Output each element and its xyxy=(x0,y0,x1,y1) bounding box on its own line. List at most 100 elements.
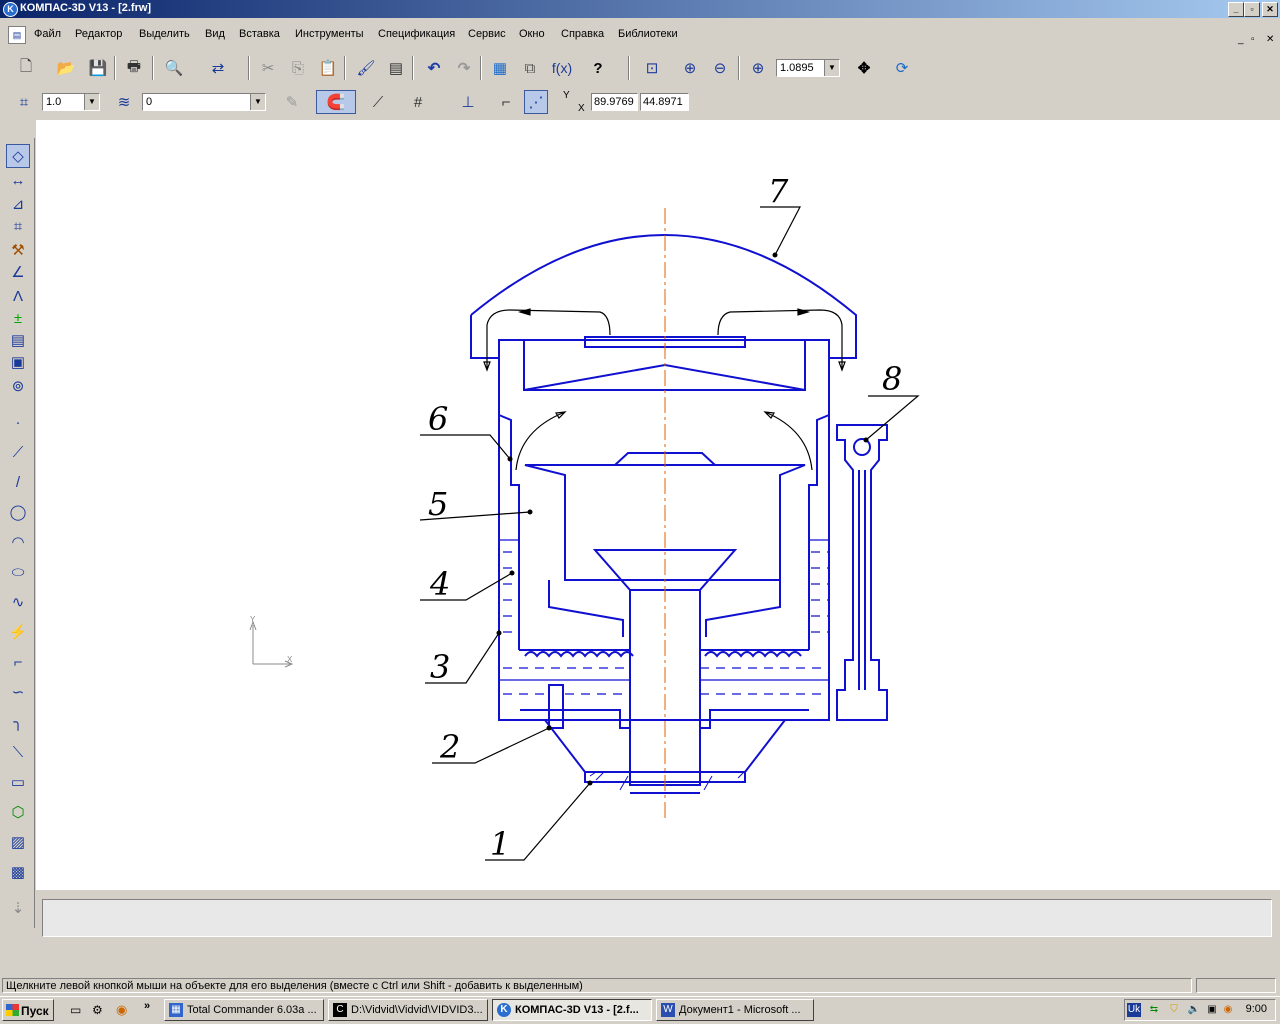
properties-icon[interactable]: ▤ xyxy=(384,56,408,80)
ortho-axes-icon[interactable]: ⊥ xyxy=(456,90,480,114)
task-console[interactable]: C D:\Vidvid\Vidvid\VIDVID3... xyxy=(328,999,488,1021)
drawing-canvas[interactable]: 1 2 3 4 5 6 7 8 Y X xyxy=(36,120,1280,890)
menu-tools[interactable]: Инструменты xyxy=(295,28,364,40)
ellipse-icon[interactable]: ⬭ xyxy=(6,560,30,584)
format-brush-icon[interactable]: 🖌 xyxy=(354,56,378,80)
doc-close-button[interactable]: ✕ xyxy=(1266,34,1274,45)
save-icon[interactable]: 💾 xyxy=(86,56,110,80)
zoom-in-icon[interactable]: ⊕ xyxy=(678,56,702,80)
menu-libraries[interactable]: Библиотеки xyxy=(618,28,678,40)
edit-icon[interactable]: ⚒ xyxy=(6,238,30,262)
designations-icon[interactable]: ⊿ xyxy=(6,192,30,216)
close-button[interactable]: ✕ xyxy=(1262,2,1278,17)
fillet-icon[interactable]: ╮ xyxy=(6,710,30,734)
chevron-down-icon[interactable]: ▼ xyxy=(84,94,99,110)
snap-magnet-icon[interactable]: 🧲 xyxy=(316,90,356,114)
menu-insert[interactable]: Вставка xyxy=(239,28,280,40)
menu-editor[interactable]: Редактор xyxy=(75,28,122,40)
parametrization-icon[interactable]: ⌗ xyxy=(6,214,30,238)
doc-restore-button[interactable]: ▫ xyxy=(1251,34,1255,45)
report-icon[interactable]: ▣ xyxy=(6,350,30,374)
coord-x-field[interactable]: 89.9769 xyxy=(591,93,638,111)
chevron-down-icon[interactable]: ▼ xyxy=(824,60,839,76)
copy-icon[interactable]: ⎘ xyxy=(286,56,310,80)
tray-app-icon[interactable]: ▣ xyxy=(1205,1003,1219,1017)
network-icon[interactable]: ⇆ xyxy=(1147,1003,1161,1017)
dimensions-icon[interactable]: ↔ xyxy=(6,168,30,192)
start-button[interactable]: Пуск xyxy=(2,999,54,1021)
geometry-icon[interactable]: ◇ xyxy=(6,144,30,168)
quicklaunch-icon[interactable]: ⚙ xyxy=(92,1003,103,1017)
variables-icon[interactable]: f(x) xyxy=(550,56,574,80)
round-icon[interactable]: ⋰ xyxy=(524,90,548,114)
insert-object-icon[interactable]: ⇄ xyxy=(206,56,230,80)
local-cs-icon[interactable]: ⟋ xyxy=(366,90,390,114)
manager-icon[interactable]: ▦ xyxy=(488,56,512,80)
task-kompas[interactable]: K КОМПАС-3D V13 - [2.f... xyxy=(492,999,652,1021)
polygon-icon[interactable]: ⬡ xyxy=(6,800,30,824)
menu-service[interactable]: Сервис xyxy=(468,28,506,40)
arc-icon[interactable]: ◠ xyxy=(6,530,30,554)
scroll-down-icon[interactable]: ⇣ xyxy=(6,896,30,920)
show-desktop-icon[interactable]: ▭ xyxy=(70,1003,81,1017)
segment-icon[interactable]: / xyxy=(6,470,30,494)
quicklaunch-app-icon[interactable]: ◉ xyxy=(116,1002,127,1018)
volume-icon[interactable]: 🔈 xyxy=(1187,1003,1201,1017)
minimize-button[interactable]: _ xyxy=(1228,2,1244,17)
zoom-scale-icon[interactable]: ⊕ xyxy=(746,56,770,80)
zoom-combo[interactable]: 1.0895 ▼ xyxy=(776,59,840,77)
nurbs-icon[interactable]: ⚡ xyxy=(6,620,30,644)
cut-icon[interactable]: ✂ xyxy=(256,56,280,80)
layers-icon[interactable]: ≋ xyxy=(112,90,136,114)
snap-step-icon[interactable]: ⌗ xyxy=(12,90,36,114)
zoom-out-icon[interactable]: ⊖ xyxy=(708,56,732,80)
task-word[interactable]: W Документ1 - Microsoft ... xyxy=(656,999,814,1021)
menu-specification[interactable]: Спецификация xyxy=(378,28,455,40)
polyline-icon[interactable]: ⌐ xyxy=(6,650,30,674)
paste-icon[interactable]: 📋 xyxy=(316,56,340,80)
print-preview-icon[interactable]: 🔍 xyxy=(162,56,186,80)
maximize-button[interactable]: ▫ xyxy=(1244,2,1260,17)
language-indicator[interactable]: Uk xyxy=(1127,1003,1141,1017)
coord-y-field[interactable]: 44.8971 xyxy=(640,93,689,111)
library-icon[interactable]: ⧉ xyxy=(518,56,542,80)
task-total-commander[interactable]: ▦ Total Commander 6.03a ... xyxy=(164,999,324,1021)
menu-help[interactable]: Справка xyxy=(561,28,604,40)
grid-icon[interactable]: # xyxy=(406,90,430,114)
rectangle-icon[interactable]: ▭ xyxy=(6,770,30,794)
menu-window[interactable]: Окно xyxy=(519,28,545,40)
security-shield-icon[interactable]: ⛉ xyxy=(1167,1003,1181,1017)
measure-icon[interactable]: ∠ xyxy=(6,260,30,284)
ortho-mode-icon[interactable]: ⌐ xyxy=(494,90,518,114)
chevron-down-icon[interactable]: ▼ xyxy=(250,94,265,110)
associative-view-icon[interactable]: ± xyxy=(6,306,30,330)
print-icon[interactable]: 🖶 xyxy=(122,56,146,80)
doc-minimize-button[interactable]: _ xyxy=(1238,34,1244,45)
bezier-icon[interactable]: ∽ xyxy=(6,680,30,704)
tray-app2-icon[interactable]: ◉ xyxy=(1221,1003,1235,1017)
fill-icon[interactable]: ▩ xyxy=(6,860,30,884)
open-folder-icon[interactable]: 📂 xyxy=(54,56,78,80)
spec-icon[interactable]: ▤ xyxy=(6,328,30,352)
zoom-window-icon[interactable]: ⊡ xyxy=(640,56,664,80)
quicklaunch-more-icon[interactable]: » xyxy=(144,1000,150,1012)
chamfer-icon[interactable]: ⟍ xyxy=(6,740,30,764)
new-document-icon[interactable]: 🗋 xyxy=(14,56,38,80)
circle-icon[interactable]: ◯ xyxy=(6,500,30,524)
undo-icon[interactable]: ↶ xyxy=(422,56,446,80)
menu-select[interactable]: Выделить xyxy=(139,28,190,40)
line-icon[interactable]: ⟋ xyxy=(6,440,30,464)
layer-combo[interactable]: 0 ▼ xyxy=(142,93,266,111)
help-pointer-icon[interactable]: ? xyxy=(586,56,610,80)
styles-icon[interactable]: ✎ xyxy=(280,90,304,114)
point-icon[interactable]: · xyxy=(6,410,30,434)
document-icon[interactable]: ▤ xyxy=(8,26,26,44)
menu-file[interactable]: Файл xyxy=(34,28,61,40)
redo-icon[interactable]: ↷ xyxy=(452,56,476,80)
spline-icon[interactable]: ∿ xyxy=(6,590,30,614)
pan-icon[interactable]: ✥ xyxy=(852,56,876,80)
menu-view[interactable]: Вид xyxy=(205,28,225,40)
refresh-icon[interactable]: ⟳ xyxy=(890,56,914,80)
insert-fragment-icon[interactable]: ⊚ xyxy=(6,374,30,398)
hatch-icon[interactable]: ▨ xyxy=(6,830,30,854)
